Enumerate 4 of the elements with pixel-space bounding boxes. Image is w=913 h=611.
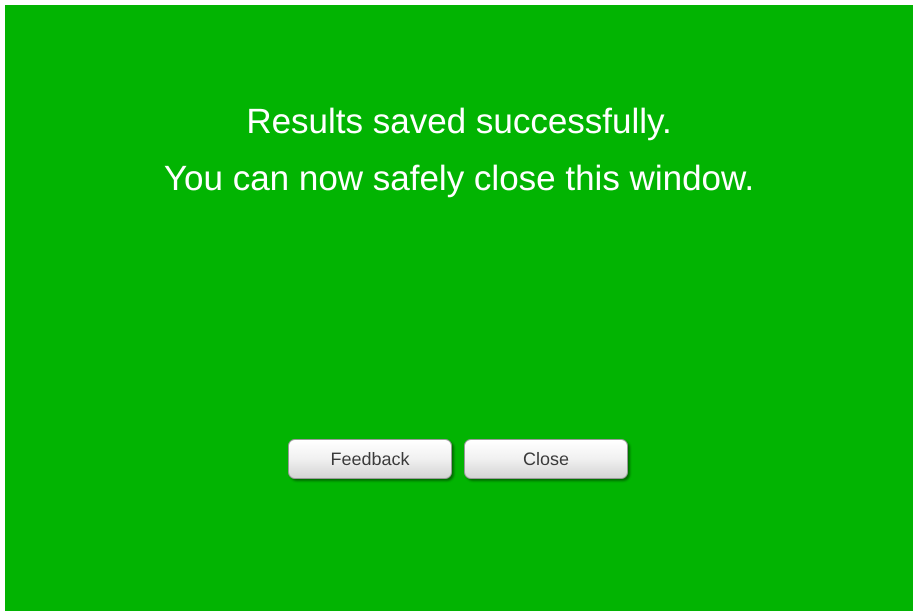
message-text: You can now safely close this window. (164, 158, 754, 200)
message-text: Results saved successfully. (246, 101, 672, 143)
dialog-button[interactable]: Close (464, 439, 628, 479)
dialog-button[interactable]: Feedback (288, 439, 452, 479)
